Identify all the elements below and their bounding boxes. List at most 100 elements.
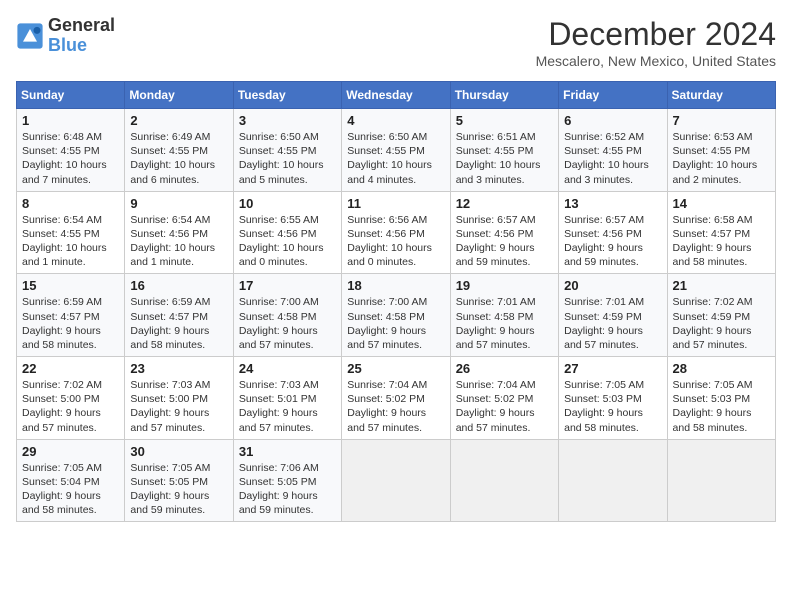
day-info: Sunrise: 7:05 AMSunset: 5:04 PMDaylight:… (22, 461, 119, 518)
day-info: Sunrise: 6:50 AMSunset: 4:55 PMDaylight:… (347, 130, 444, 187)
day-info: Sunrise: 7:00 AMSunset: 4:58 PMDaylight:… (239, 295, 336, 352)
day-info: Sunrise: 7:06 AMSunset: 5:05 PMDaylight:… (239, 461, 336, 518)
day-number: 24 (239, 361, 336, 376)
day-info: Sunrise: 6:56 AMSunset: 4:56 PMDaylight:… (347, 213, 444, 270)
calendar-cell (342, 439, 450, 522)
calendar-cell: 7 Sunrise: 6:53 AMSunset: 4:55 PMDaylight… (667, 109, 775, 192)
day-info: Sunrise: 7:04 AMSunset: 5:02 PMDaylight:… (347, 378, 444, 435)
day-number: 30 (130, 444, 227, 459)
logo-icon (16, 22, 44, 50)
calendar-header-sunday: Sunday (17, 82, 125, 109)
day-info: Sunrise: 7:04 AMSunset: 5:02 PMDaylight:… (456, 378, 553, 435)
day-number: 18 (347, 278, 444, 293)
day-info: Sunrise: 6:49 AMSunset: 4:55 PMDaylight:… (130, 130, 227, 187)
calendar-table: SundayMondayTuesdayWednesdayThursdayFrid… (16, 81, 776, 522)
day-info: Sunrise: 7:00 AMSunset: 4:58 PMDaylight:… (347, 295, 444, 352)
calendar-header: SundayMondayTuesdayWednesdayThursdayFrid… (17, 82, 776, 109)
day-info: Sunrise: 6:51 AMSunset: 4:55 PMDaylight:… (456, 130, 553, 187)
day-info: Sunrise: 6:55 AMSunset: 4:56 PMDaylight:… (239, 213, 336, 270)
calendar-cell: 16 Sunrise: 6:59 AMSunset: 4:57 PMDayligh… (125, 274, 233, 357)
calendar-cell: 12 Sunrise: 6:57 AMSunset: 4:56 PMDayligh… (450, 191, 558, 274)
calendar-cell: 23 Sunrise: 7:03 AMSunset: 5:00 PMDayligh… (125, 357, 233, 440)
calendar-cell: 10 Sunrise: 6:55 AMSunset: 4:56 PMDayligh… (233, 191, 341, 274)
calendar-week-4: 22Sunrise: 7:02 AMSunset: 5:00 PMDayligh… (17, 357, 776, 440)
calendar-cell: 22Sunrise: 7:02 AMSunset: 5:00 PMDayligh… (17, 357, 125, 440)
calendar-header-monday: Monday (125, 82, 233, 109)
day-number: 9 (130, 196, 227, 211)
calendar-cell: 31Sunrise: 7:06 AMSunset: 5:05 PMDayligh… (233, 439, 341, 522)
calendar-cell: 1 Sunrise: 6:48 AMSunset: 4:55 PMDaylight… (17, 109, 125, 192)
day-info: Sunrise: 6:59 AMSunset: 4:57 PMDaylight:… (130, 295, 227, 352)
page-header: General Blue December 2024 Mescalero, Ne… (16, 16, 776, 69)
calendar-cell: 9Sunrise: 6:54 AMSunset: 4:56 PMDaylight… (125, 191, 233, 274)
day-number: 23 (130, 361, 227, 376)
calendar-cell (450, 439, 558, 522)
calendar-cell: 5 Sunrise: 6:51 AMSunset: 4:55 PMDaylight… (450, 109, 558, 192)
logo: General Blue (16, 16, 115, 56)
day-number: 13 (564, 196, 661, 211)
day-info: Sunrise: 6:53 AMSunset: 4:55 PMDaylight:… (673, 130, 770, 187)
day-info: Sunrise: 6:57 AMSunset: 4:56 PMDaylight:… (564, 213, 661, 270)
day-number: 25 (347, 361, 444, 376)
day-number: 1 (22, 113, 119, 128)
day-number: 17 (239, 278, 336, 293)
calendar-cell: 6Sunrise: 6:52 AMSunset: 4:55 PMDaylight… (559, 109, 667, 192)
day-info: Sunrise: 7:05 AMSunset: 5:03 PMDaylight:… (564, 378, 661, 435)
day-number: 15 (22, 278, 119, 293)
day-number: 20 (564, 278, 661, 293)
day-info: Sunrise: 6:58 AMSunset: 4:57 PMDaylight:… (673, 213, 770, 270)
logo-blue: Blue (48, 36, 115, 56)
day-number: 12 (456, 196, 553, 211)
calendar-cell: 27 Sunrise: 7:05 AMSunset: 5:03 PMDayligh… (559, 357, 667, 440)
day-info: Sunrise: 7:05 AMSunset: 5:03 PMDaylight:… (673, 378, 770, 435)
calendar-header-wednesday: Wednesday (342, 82, 450, 109)
day-number: 26 (456, 361, 553, 376)
calendar-header-thursday: Thursday (450, 82, 558, 109)
day-number: 28 (673, 361, 770, 376)
day-info: Sunrise: 7:02 AMSunset: 4:59 PMDaylight:… (673, 295, 770, 352)
day-number: 21 (673, 278, 770, 293)
day-number: 7 (673, 113, 770, 128)
calendar-cell: 13 Sunrise: 6:57 AMSunset: 4:56 PMDayligh… (559, 191, 667, 274)
day-number: 5 (456, 113, 553, 128)
day-info: Sunrise: 7:03 AMSunset: 5:00 PMDaylight:… (130, 378, 227, 435)
calendar-header-friday: Friday (559, 82, 667, 109)
calendar-header-saturday: Saturday (667, 82, 775, 109)
day-info: Sunrise: 6:48 AMSunset: 4:55 PMDaylight:… (22, 130, 119, 187)
calendar-cell: 17 Sunrise: 7:00 AMSunset: 4:58 PMDayligh… (233, 274, 341, 357)
day-number: 22 (22, 361, 119, 376)
calendar-week-2: 8Sunrise: 6:54 AMSunset: 4:55 PMDaylight… (17, 191, 776, 274)
calendar-header-tuesday: Tuesday (233, 82, 341, 109)
calendar-body: 1 Sunrise: 6:48 AMSunset: 4:55 PMDaylight… (17, 109, 776, 522)
day-number: 19 (456, 278, 553, 293)
calendar-cell: 2 Sunrise: 6:49 AMSunset: 4:55 PMDaylight… (125, 109, 233, 192)
calendar-cell: 18 Sunrise: 7:00 AMSunset: 4:58 PMDayligh… (342, 274, 450, 357)
calendar-cell: 8Sunrise: 6:54 AMSunset: 4:55 PMDaylight… (17, 191, 125, 274)
day-info: Sunrise: 6:57 AMSunset: 4:56 PMDaylight:… (456, 213, 553, 270)
calendar-cell: 24 Sunrise: 7:03 AMSunset: 5:01 PMDayligh… (233, 357, 341, 440)
calendar-cell (559, 439, 667, 522)
calendar-cell (667, 439, 775, 522)
calendar-cell: 20 Sunrise: 7:01 AMSunset: 4:59 PMDayligh… (559, 274, 667, 357)
day-number: 14 (673, 196, 770, 211)
day-info: Sunrise: 7:03 AMSunset: 5:01 PMDaylight:… (239, 378, 336, 435)
day-number: 11 (347, 196, 444, 211)
calendar-cell: 26 Sunrise: 7:04 AMSunset: 5:02 PMDayligh… (450, 357, 558, 440)
day-info: Sunrise: 7:05 AMSunset: 5:05 PMDaylight:… (130, 461, 227, 518)
calendar-cell: 29 Sunrise: 7:05 AMSunset: 5:04 PMDayligh… (17, 439, 125, 522)
calendar-cell: 4Sunrise: 6:50 AMSunset: 4:55 PMDaylight… (342, 109, 450, 192)
calendar-week-5: 29 Sunrise: 7:05 AMSunset: 5:04 PMDayligh… (17, 439, 776, 522)
calendar-week-3: 15 Sunrise: 6:59 AMSunset: 4:57 PMDayligh… (17, 274, 776, 357)
calendar-cell: 19 Sunrise: 7:01 AMSunset: 4:58 PMDayligh… (450, 274, 558, 357)
day-info: Sunrise: 7:01 AMSunset: 4:59 PMDaylight:… (564, 295, 661, 352)
day-info: Sunrise: 6:52 AMSunset: 4:55 PMDaylight:… (564, 130, 661, 187)
day-info: Sunrise: 6:54 AMSunset: 4:55 PMDaylight:… (22, 213, 119, 270)
day-number: 27 (564, 361, 661, 376)
day-number: 16 (130, 278, 227, 293)
day-info: Sunrise: 6:59 AMSunset: 4:57 PMDaylight:… (22, 295, 119, 352)
day-number: 10 (239, 196, 336, 211)
day-number: 29 (22, 444, 119, 459)
day-number: 2 (130, 113, 227, 128)
calendar-week-1: 1 Sunrise: 6:48 AMSunset: 4:55 PMDaylight… (17, 109, 776, 192)
day-info: Sunrise: 7:01 AMSunset: 4:58 PMDaylight:… (456, 295, 553, 352)
